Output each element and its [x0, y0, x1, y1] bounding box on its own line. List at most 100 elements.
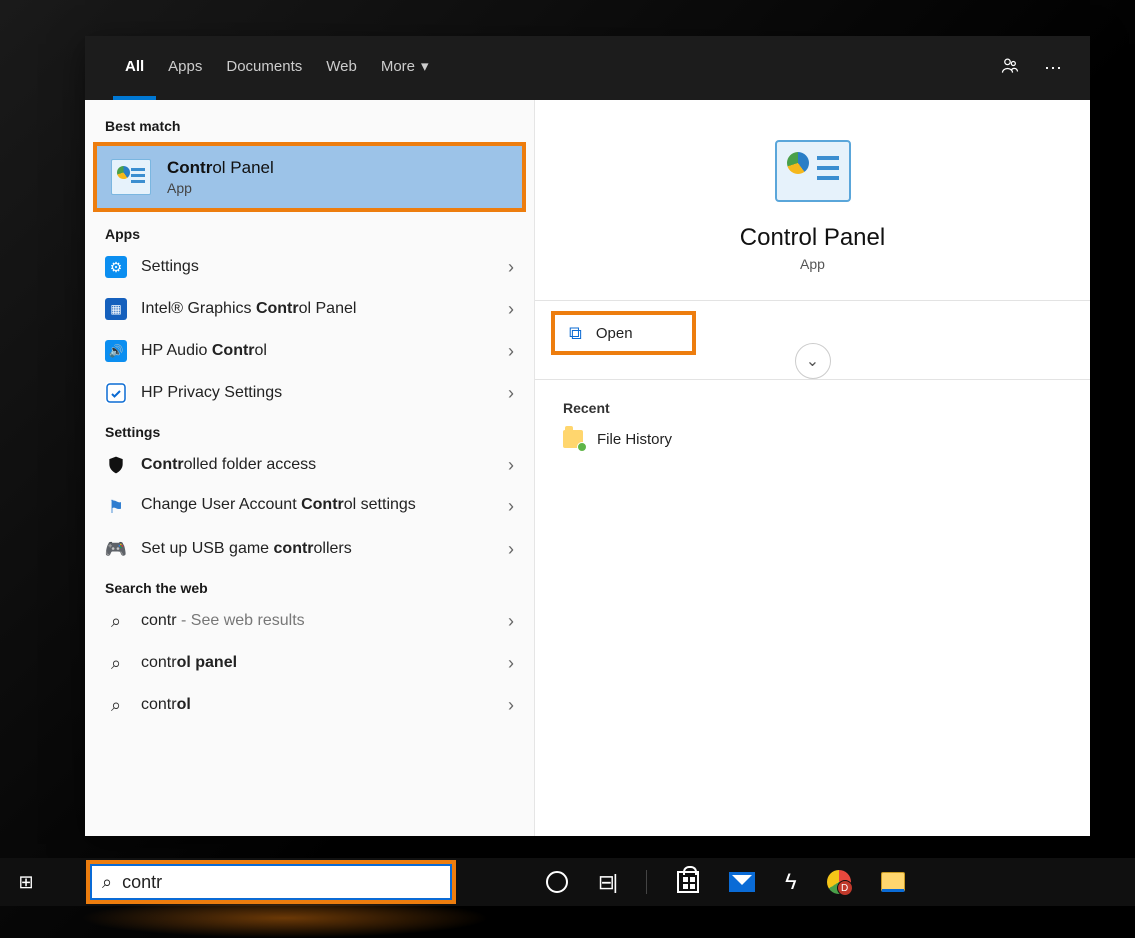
chevron-right-icon[interactable]: ›	[508, 653, 514, 674]
recent-label: Recent	[563, 400, 1062, 416]
controller-icon: 🎮	[105, 538, 127, 560]
task-view-icon[interactable]: ⊟|	[598, 870, 616, 895]
start-button[interactable]: ⊞	[0, 872, 52, 893]
label-pre: Set up USB game	[141, 540, 274, 557]
label-post: olled folder access	[184, 456, 317, 473]
tab-apps[interactable]: Apps	[156, 36, 214, 100]
section-settings: Settings	[85, 414, 534, 444]
mail-icon[interactable]	[729, 872, 755, 892]
web-result-2-label: control panel	[141, 654, 237, 672]
results-left-column: Best match Control Panel App Apps ⚙ Sett…	[85, 100, 535, 836]
setting-game-label: Set up USB game controllers	[141, 540, 352, 558]
tab-documents[interactable]: Documents	[214, 36, 314, 100]
section-apps: Apps	[85, 216, 534, 246]
control-panel-icon-large	[775, 140, 851, 202]
chevron-right-icon[interactable]: ›	[508, 695, 514, 716]
app-hp-privacy[interactable]: HP Privacy Settings ›	[85, 372, 534, 414]
label-term: contr	[141, 612, 177, 629]
app-hp-privacy-label: HP Privacy Settings	[141, 384, 282, 402]
preview-subtitle: App	[535, 256, 1090, 272]
label-pre: contr	[141, 654, 177, 671]
feedback-icon[interactable]	[1000, 56, 1020, 81]
search-box-highlight: ⌕	[86, 860, 456, 904]
tab-web[interactable]: Web	[314, 36, 369, 100]
label-pre: HP Audio	[141, 342, 212, 359]
setting-uac[interactable]: ⚑ Change User Account Control settings ›	[85, 486, 534, 528]
app-intel-graphics[interactable]: ▦ Intel® Graphics Control Panel ›	[85, 288, 534, 330]
chevron-right-icon[interactable]: ›	[508, 299, 514, 320]
best-match-text: Control Panel App	[167, 158, 274, 196]
search-box[interactable]: ⌕	[90, 864, 452, 900]
tab-more[interactable]: More ▾	[369, 36, 441, 100]
match-rest: ol Panel	[212, 158, 273, 177]
tab-more-label: More	[381, 58, 415, 75]
app-hp-audio-label: HP Audio Control	[141, 342, 267, 360]
chevron-right-icon[interactable]: ›	[508, 455, 514, 476]
taskbar-separator	[646, 870, 647, 894]
app-settings-label: Settings	[141, 258, 199, 276]
expand-toggle[interactable]: ⌄	[795, 343, 831, 379]
taskbar: ⊞ ⌕ ⊟| ϟ	[0, 858, 1135, 906]
label-post: ol settings	[344, 496, 416, 513]
label-pre: Intel® Graphics	[141, 300, 256, 317]
chevron-right-icon[interactable]: ›	[508, 496, 514, 517]
microsoft-store-icon[interactable]	[677, 871, 699, 893]
divider	[535, 300, 1090, 301]
setting-uac-label: Change User Account Control settings	[141, 496, 416, 514]
setting-cfa-label: Controlled folder access	[141, 456, 316, 474]
best-match-subtitle: App	[167, 180, 274, 196]
chrome-icon[interactable]	[827, 870, 851, 894]
label-post: ol Panel	[299, 300, 357, 317]
control-panel-icon	[111, 159, 151, 195]
web-result-1[interactable]: ⌕ contr - See web results ›	[85, 600, 534, 642]
search-icon: ⌕	[102, 872, 112, 893]
chevron-down-icon: ▾	[421, 57, 429, 75]
chevron-right-icon[interactable]: ›	[508, 611, 514, 632]
audio-icon: 🔊	[105, 340, 127, 362]
bolt-app-icon[interactable]: ϟ	[785, 869, 797, 895]
label-suffix: - See web results	[177, 612, 305, 629]
web-result-2[interactable]: ⌕ control panel ›	[85, 642, 534, 684]
folder-history-icon	[563, 430, 583, 448]
chevron-right-icon[interactable]: ›	[508, 539, 514, 560]
web-result-3[interactable]: ⌕ control ›	[85, 684, 534, 726]
recent-item-label: File History	[597, 431, 672, 448]
file-explorer-icon[interactable]	[881, 872, 905, 892]
app-intel-label: Intel® Graphics Control Panel	[141, 300, 356, 318]
intel-icon: ▦	[105, 298, 127, 320]
label-post: ollers	[314, 540, 352, 557]
label-pre: Change User Account	[141, 496, 301, 513]
best-match-result[interactable]: Control Panel App	[93, 142, 526, 212]
search-input[interactable]	[122, 872, 440, 893]
open-button[interactable]: ⧉ Open	[551, 311, 696, 355]
taskbar-icons: ⊟| ϟ	[546, 869, 905, 895]
web-result-3-label: control	[141, 696, 191, 714]
open-icon: ⧉	[569, 323, 582, 344]
app-settings[interactable]: ⚙ Settings ›	[85, 246, 534, 288]
more-options-icon[interactable]: ⋯	[1044, 58, 1062, 79]
chevron-right-icon[interactable]: ›	[508, 257, 514, 278]
web-result-1-label: contr - See web results	[141, 612, 305, 630]
match-highlight: ol panel	[177, 654, 237, 671]
cortana-icon[interactable]	[546, 871, 568, 893]
panel-body: Best match Control Panel App Apps ⚙ Sett…	[85, 100, 1090, 836]
tab-all[interactable]: All	[113, 36, 156, 100]
search-icon: ⌕	[105, 610, 127, 632]
open-label: Open	[596, 325, 633, 342]
preview-right-column: Control Panel App ⧉ Open ⌄ Recent File H…	[535, 100, 1090, 836]
search-icon: ⌕	[105, 694, 127, 716]
setting-controlled-folder[interactable]: Controlled folder access ›	[85, 444, 534, 486]
start-search-panel: All Apps Documents Web More ▾ ⋯ Best mat…	[85, 36, 1090, 836]
recent-file-history[interactable]: File History	[563, 430, 1062, 448]
setting-game-controllers[interactable]: 🎮 Set up USB game controllers ›	[85, 528, 534, 570]
chevron-right-icon[interactable]: ›	[508, 341, 514, 362]
gear-icon: ⚙	[105, 256, 127, 278]
section-web: Search the web	[85, 570, 534, 600]
recent-block: Recent File History	[535, 380, 1090, 468]
flag-icon: ⚑	[105, 496, 127, 518]
chevron-right-icon[interactable]: ›	[508, 383, 514, 404]
label-pre: contr	[141, 696, 177, 713]
match-highlight: ol	[177, 696, 191, 713]
app-hp-audio[interactable]: 🔊 HP Audio Control ›	[85, 330, 534, 372]
section-best-match: Best match	[85, 108, 534, 138]
